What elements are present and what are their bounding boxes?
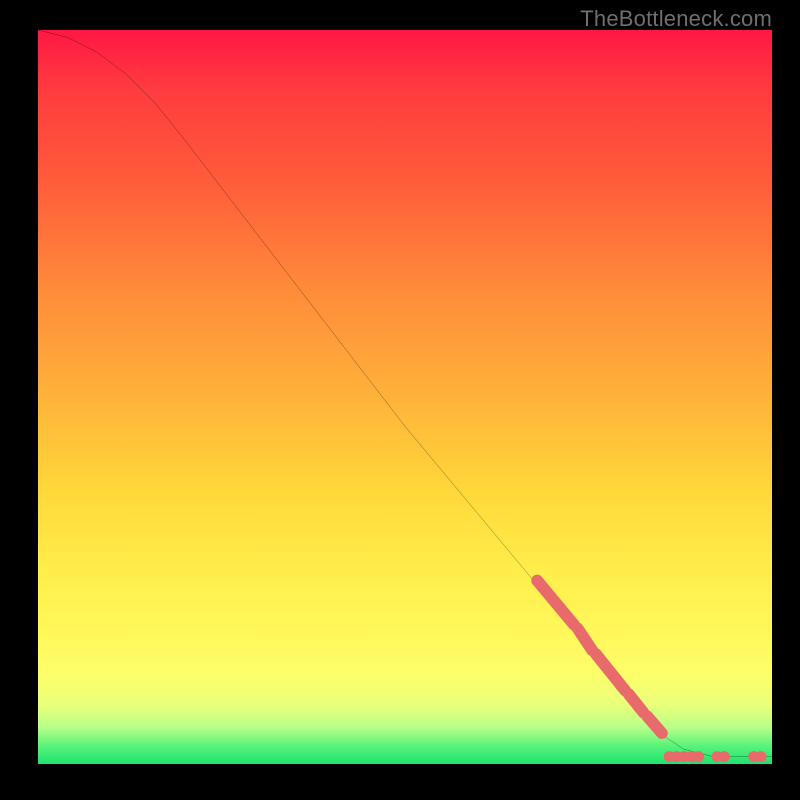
highlight-segment — [596, 654, 625, 691]
highlight-dot — [755, 751, 766, 762]
highlight-segment — [647, 716, 662, 733]
plot-area — [38, 30, 772, 764]
highlight-segments — [537, 581, 662, 734]
highlight-segment — [537, 581, 574, 625]
highlight-dot — [719, 751, 730, 762]
attribution-text: TheBottleneck.com — [580, 6, 772, 32]
curve-line — [38, 30, 772, 757]
chart-overlay — [38, 30, 772, 764]
chart-stage: TheBottleneck.com — [0, 0, 800, 800]
highlight-dots — [664, 751, 767, 762]
highlight-segment — [629, 694, 644, 712]
highlight-segment — [577, 628, 592, 650]
highlight-dot — [693, 751, 704, 762]
